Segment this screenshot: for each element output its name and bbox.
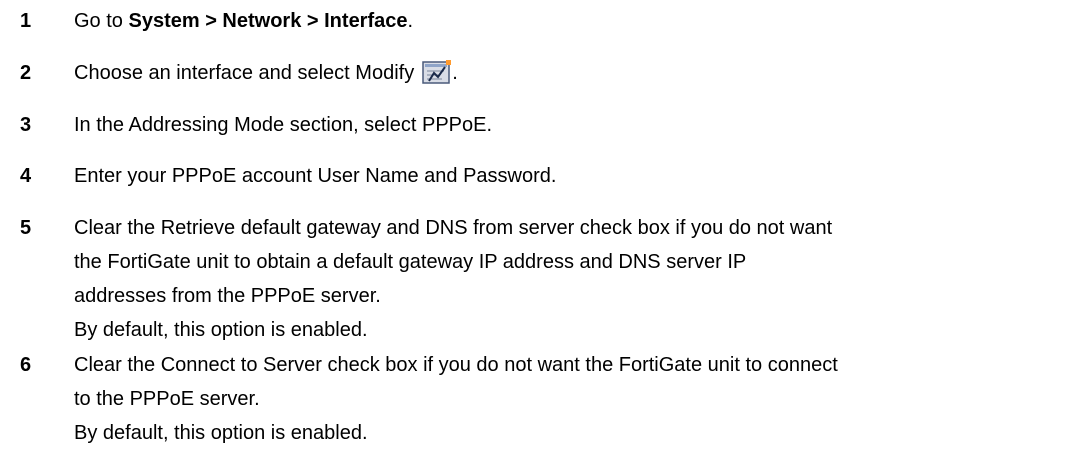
step-text-line: Clear the Connect to Server check box if… [74,354,838,376]
step-text: Clear the Connect to Server check box if… [74,348,1084,450]
modify-icon [422,59,452,85]
step-number: 1 [20,10,32,32]
step-text: Enter your PPPoE account User Name and P… [74,165,557,187]
procedure-page: { "steps": [ { "number": "1", "prefix": … [0,0,1089,444]
step-text: Clear the Retrieve default gateway and D… [74,211,1084,347]
step-text: Go to System > Network > Interface. [74,4,1084,38]
step-number: 6 [20,354,32,376]
step-note: By default, this option is enabled. [74,422,368,444]
step-text-line: Choose an interface and select Modify [74,62,415,84]
step-prefix: Go to [74,10,129,32]
menu-path: System > Network > Interface [128,10,408,32]
step-text-line: Clear the Retrieve default gateway and D… [74,217,833,239]
step-text-line: the FortiGate unit to obtain a default g… [74,251,747,273]
step-text-line: to the PPPoE server. [74,388,260,410]
step-text: Choose an interface and select Modify . [74,56,1084,90]
step-number: 4 [20,165,32,187]
step-text: In the Addressing Mode section, select P… [74,114,493,136]
step-note: By default, this option is enabled. [74,319,368,341]
step-text-line: addresses from the PPPoE server. [74,285,381,307]
step-number: 5 [20,217,32,239]
step-number: 3 [20,114,32,136]
step-suffix: . [452,62,458,84]
step-suffix: . [407,10,414,32]
step-number: 2 [20,62,32,84]
